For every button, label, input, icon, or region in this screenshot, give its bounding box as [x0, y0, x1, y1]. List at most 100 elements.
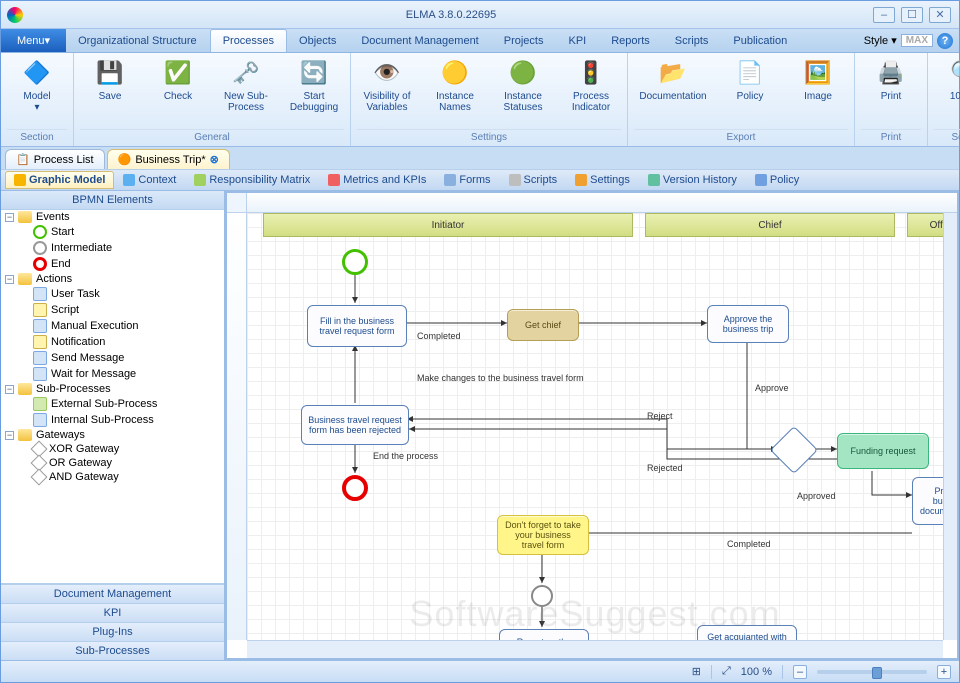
node-rejected-form[interactable]: Business travel request form has been re…	[301, 405, 409, 445]
collapse-icon[interactable]: −	[5, 213, 14, 222]
tab-objects[interactable]: Objects	[287, 29, 349, 52]
node-report[interactable]: Report on the business trip	[499, 629, 589, 640]
tree-item-label: Start	[51, 226, 74, 238]
tree-item[interactable]: External Sub-Process	[1, 396, 224, 412]
tree-item[interactable]: Script	[1, 302, 224, 318]
save-button[interactable]: 💾Save	[80, 57, 140, 102]
subtab-metrics[interactable]: Metrics and KPIs	[319, 171, 435, 189]
tab-processes[interactable]: Processes	[210, 29, 287, 52]
acc-doc-mgmt[interactable]: Document Management	[1, 584, 224, 603]
node-get-chief[interactable]: Get chief	[507, 309, 579, 341]
tree-folder[interactable]: −Events	[1, 210, 224, 224]
collapse-icon[interactable]: −	[5, 385, 14, 394]
subtab-graphic-model[interactable]: Graphic Model	[5, 171, 114, 189]
subtab-context[interactable]: Context	[114, 171, 185, 189]
diagram-canvas[interactable]: Initiator Chief Office manage	[247, 213, 943, 640]
max-toggle[interactable]: MAX	[901, 34, 933, 47]
doctab-business-trip[interactable]: 🟠Business Trip* ⊗	[107, 149, 230, 169]
node-dont-forget[interactable]: Don't forget to take your business trave…	[497, 515, 589, 555]
vertical-scrollbar[interactable]	[943, 213, 957, 640]
instance-statuses-button[interactable]: 🟢Instance Statuses	[493, 57, 553, 113]
tree-item[interactable]: Manual Execution	[1, 318, 224, 334]
subtab-version[interactable]: Version History	[639, 171, 746, 189]
subtab-forms[interactable]: Forms	[435, 171, 499, 189]
tree-item-label: Intermediate	[51, 242, 112, 254]
zoom-fit-icon[interactable]: ⤢	[722, 665, 731, 678]
process-indicator-button[interactable]: 🚦Process Indicator	[561, 57, 621, 113]
watermark: SoftwareSuggest.com	[247, 593, 943, 635]
lane-initiator[interactable]: Initiator	[263, 213, 633, 237]
tab-org-structure[interactable]: Organizational Structure	[66, 29, 210, 52]
minimize-button[interactable]: –	[873, 7, 895, 23]
doctab-process-list[interactable]: 📋Process List	[5, 149, 105, 169]
instance-names-button[interactable]: 🟡Instance Names	[425, 57, 485, 113]
model-button[interactable]: 🔷Model▾	[7, 57, 67, 113]
menu-button[interactable]: Menu ▾	[1, 29, 66, 52]
tree-item[interactable]: Notification	[1, 334, 224, 350]
bpmn-tree[interactable]: −Events Start Intermediate End−ActionsUser …	[1, 210, 224, 584]
tree-item[interactable]: Wait for Message	[1, 366, 224, 382]
settings-icon	[575, 174, 587, 186]
zoom-in-button[interactable]: +	[937, 665, 951, 679]
tree-folder[interactable]: −Sub-Processes	[1, 382, 224, 396]
policy-button[interactable]: 📄Policy	[720, 57, 780, 102]
node-fill-form[interactable]: Fill in the business travel request form	[307, 305, 407, 347]
tree-item[interactable]: Intermediate	[1, 240, 224, 256]
tab-reports[interactable]: Reports	[599, 29, 663, 52]
tree-item[interactable]: OR Gateway	[1, 456, 224, 470]
image-button[interactable]: 🖼️Image	[788, 57, 848, 102]
tree-item-label: Send Message	[51, 352, 124, 364]
tree-folder[interactable]: −Actions	[1, 272, 224, 286]
close-tab-icon[interactable]: ⊗	[210, 153, 219, 166]
new-subprocess-button[interactable]: 🗝️New Sub-Process	[216, 57, 276, 113]
subtab-scripts[interactable]: Scripts	[500, 171, 567, 189]
node-funding[interactable]: Funding request	[837, 433, 929, 469]
tab-doc-mgmt[interactable]: Document Management	[349, 29, 491, 52]
subtab-policy[interactable]: Policy	[746, 171, 808, 189]
grid-icon[interactable]: ⊞	[692, 665, 701, 678]
node-approve-trip[interactable]: Approve the business trip	[707, 305, 789, 343]
help-icon[interactable]: ?	[937, 33, 953, 49]
documentation-button[interactable]: 📂Documentation	[634, 57, 712, 102]
lane-office[interactable]: Office manage	[907, 213, 943, 237]
node-prepare-pkg[interactable]: Prepare the business trip document packa…	[912, 477, 943, 525]
timer-event[interactable]	[531, 585, 553, 607]
start-event[interactable]	[342, 249, 368, 275]
lane-chief[interactable]: Chief	[645, 213, 895, 237]
tab-publication[interactable]: Publication	[721, 29, 800, 52]
zoom-button[interactable]: 🔍100 %▾	[934, 57, 960, 113]
acc-plugins[interactable]: Plug-Ins	[1, 622, 224, 641]
node-get-acq[interactable]: Get acquianted with the business trip re…	[697, 625, 797, 640]
subtab-settings[interactable]: Settings	[566, 171, 639, 189]
tree-item[interactable]: Internal Sub-Process	[1, 412, 224, 428]
gateway-approve[interactable]	[770, 426, 818, 474]
horizontal-scrollbar[interactable]	[247, 640, 943, 658]
visibility-vars-button[interactable]: 👁️Visibility of Variables	[357, 57, 417, 113]
tree-folder[interactable]: −Gateways	[1, 428, 224, 442]
new-subprocess-icon: 🗝️	[230, 57, 262, 89]
close-button[interactable]: ✕	[929, 7, 951, 23]
tree-item[interactable]: End	[1, 256, 224, 272]
tree-item[interactable]: AND Gateway	[1, 470, 224, 484]
check-button[interactable]: ✅Check	[148, 57, 208, 102]
maximize-button[interactable]: ☐	[901, 7, 923, 23]
vertical-ruler	[227, 213, 247, 640]
collapse-icon[interactable]: −	[5, 431, 14, 440]
tab-kpi[interactable]: KPI	[557, 29, 600, 52]
tree-item[interactable]: Start	[1, 224, 224, 240]
tab-projects[interactable]: Projects	[492, 29, 557, 52]
start-debugging-button[interactable]: 🔄Start Debugging	[284, 57, 344, 113]
acc-kpi[interactable]: KPI	[1, 603, 224, 622]
style-dropdown[interactable]: Style ▾	[864, 34, 897, 47]
tree-item[interactable]: User Task	[1, 286, 224, 302]
zoom-out-button[interactable]: –	[793, 665, 807, 679]
tree-item[interactable]: XOR Gateway	[1, 442, 224, 456]
print-button[interactable]: 🖨️Print	[861, 57, 921, 102]
tab-scripts[interactable]: Scripts	[663, 29, 722, 52]
collapse-icon[interactable]: −	[5, 275, 14, 284]
acc-subprocesses[interactable]: Sub-Processes	[1, 641, 224, 660]
tree-item[interactable]: Send Message	[1, 350, 224, 366]
zoom-slider[interactable]	[817, 670, 927, 674]
subtab-responsibility[interactable]: Responsibility Matrix	[185, 171, 319, 189]
end-event[interactable]	[342, 475, 368, 501]
